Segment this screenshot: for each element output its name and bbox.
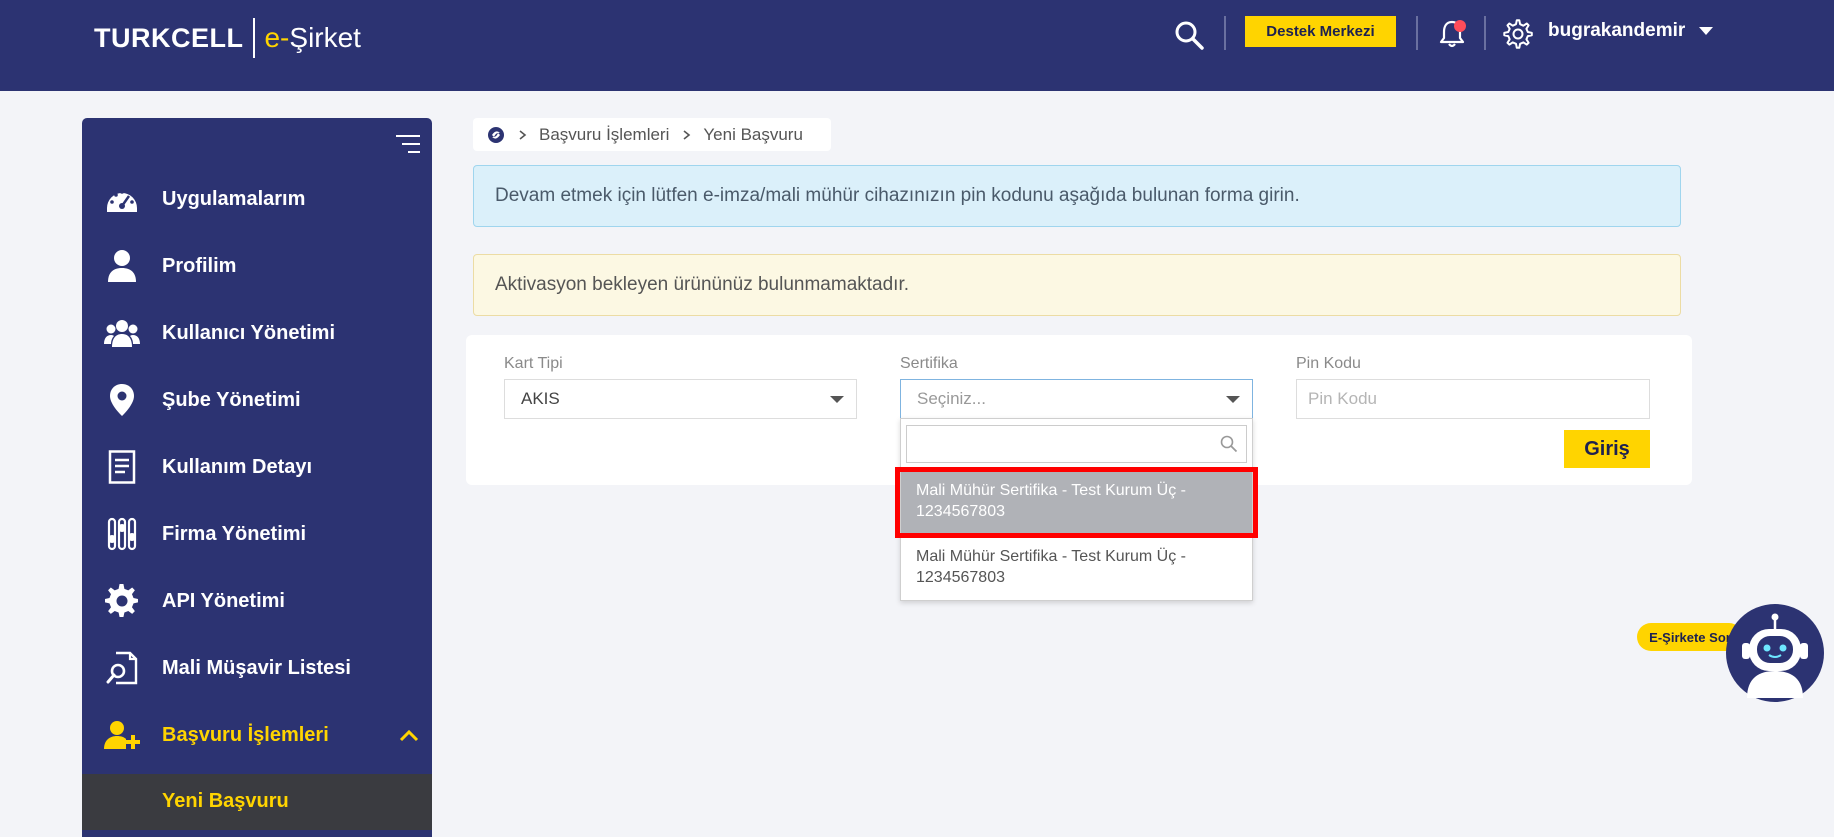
menu-toggle-icon[interactable] [392, 132, 422, 158]
sidebar: Uygulamalarım Profilim Kullanıcı Yönetim… [82, 118, 432, 837]
sidebar-item-label: Kullanım Detayı [162, 455, 313, 478]
dashboard-icon [104, 181, 140, 217]
warning-alert: Aktivasyon bekleyen ürününüz bulunmamakt… [473, 254, 1681, 316]
option-line1: Mali Mühür Sertifika - Test Kurum Üç - [916, 482, 1186, 499]
file-search-icon [104, 650, 140, 686]
certificate-option[interactable]: Mali Mühür Sertifika - Test Kurum Üç - 1… [901, 469, 1252, 533]
notification-bell-icon[interactable] [1436, 18, 1468, 50]
sidebar-item-applications-process[interactable]: Başvuru İşlemleri [82, 707, 432, 763]
breadcrumb-current: Yeni Başvuru [703, 124, 803, 144]
warning-alert-text: Aktivasyon bekleyen ürününüz bulunmamakt… [495, 274, 910, 295]
sidebar-item-applications[interactable]: Uygulamalarım [82, 171, 432, 227]
top-header: TURKCELL e- Şirket Destek Merkezi bugraka… [0, 0, 1834, 91]
header-divider [1484, 16, 1486, 50]
certificate-search-input[interactable] [906, 425, 1247, 463]
certificate-label: Sertifika [900, 355, 958, 372]
logo-product: Şirket [289, 22, 361, 53]
sidebar-item-label: Kullanıcı Yönetimi [162, 321, 335, 344]
sidebar-item-api-management[interactable]: API Yönetimi [82, 573, 432, 629]
header-divider [1416, 16, 1418, 50]
option-line2: 1234567803 [916, 569, 1005, 586]
pin-code-label: Pin Kodu [1296, 355, 1361, 372]
sidebar-item-usage-detail[interactable]: Kullanım Detayı [82, 439, 432, 495]
dropdown-arrow-icon [1226, 396, 1240, 403]
chevron-up-icon[interactable] [398, 725, 420, 745]
chatbot-robot-icon[interactable] [1725, 603, 1825, 703]
users-icon [104, 315, 140, 351]
user-menu[interactable]: bugrakandemir [1548, 20, 1714, 42]
sidebar-item-user-management[interactable]: Kullanıcı Yönetimi [82, 305, 432, 361]
card-type-select[interactable]: AKIS [504, 379, 857, 419]
option-line1: Mali Mühür Sertifika - Test Kurum Üç - [916, 548, 1186, 565]
breadcrumb: Başvuru İşlemleri Yeni Başvuru [473, 118, 831, 151]
certificate-placeholder: Seçiniz... [917, 389, 986, 408]
sidebar-item-company-management[interactable]: Firma Yönetimi [82, 506, 432, 562]
card-type-value: AKIS [521, 389, 560, 408]
chevron-right-icon [519, 129, 527, 140]
sidebar-item-label: Mali Müşavir Listesi [162, 656, 351, 679]
search-icon [1220, 435, 1238, 453]
certificate-select[interactable]: Seçiniz... [900, 379, 1253, 419]
sidebar-item-branch-management[interactable]: Şube Yönetimi [82, 372, 432, 428]
user-add-icon [104, 717, 140, 753]
chevron-down-icon [1699, 27, 1714, 35]
pin-code-input[interactable] [1296, 379, 1650, 419]
sidebar-subitem-new-application[interactable]: Yeni Başvuru [82, 774, 432, 830]
help-center-button[interactable]: Destek Merkezi [1245, 16, 1396, 47]
certificate-dropdown: Mali Mühür Sertifika - Test Kurum Üç - 1… [900, 418, 1253, 601]
login-button[interactable]: Giriş [1564, 430, 1650, 468]
gear-icon [104, 583, 140, 619]
sidebar-item-label: API Yönetimi [162, 589, 285, 612]
sidebar-item-label: Başvuru İşlemleri [162, 723, 329, 746]
username: bugrakandemir [1548, 20, 1686, 41]
info-alert-text: Devam etmek için lütfen e-imza/mali mühü… [495, 185, 1300, 206]
user-icon [104, 248, 140, 284]
breadcrumb-applications[interactable]: Başvuru İşlemleri [539, 125, 669, 145]
logo-divider [253, 18, 256, 58]
search-icon[interactable] [1174, 20, 1204, 50]
certificate-option[interactable]: Mali Mühür Sertifika - Test Kurum Üç - 1… [901, 535, 1252, 599]
sliders-icon [104, 516, 140, 552]
header-divider [1224, 16, 1226, 50]
turkcell-e-sirket-logo[interactable]: TURKCELL e- Şirket [94, 18, 361, 58]
logo-e: e- [264, 22, 290, 53]
map-pin-icon [104, 382, 140, 418]
logo-brand: TURKCELL [94, 22, 244, 53]
sidebar-subitem-label: Yeni Başvuru [162, 790, 289, 812]
sidebar-item-label: Şube Yönetimi [162, 388, 301, 411]
sidebar-item-label: Uygulamalarım [162, 187, 306, 210]
chevron-right-icon [683, 129, 691, 140]
info-alert: Devam etmek için lütfen e-imza/mali mühü… [473, 165, 1681, 227]
sidebar-item-label: Profilim [162, 254, 237, 277]
sidebar-item-accountant-list[interactable]: Mali Müşavir Listesi [82, 640, 432, 696]
dropdown-arrow-icon [830, 396, 844, 403]
sidebar-item-profile[interactable]: Profilim [82, 238, 432, 294]
card-type-label: Kart Tipi [504, 355, 563, 372]
option-line2: 1234567803 [916, 503, 1005, 520]
settings-gear-icon[interactable] [1502, 18, 1534, 50]
home-logo-icon[interactable] [487, 126, 505, 144]
document-icon [104, 449, 140, 485]
sidebar-item-label: Firma Yönetimi [162, 522, 307, 545]
